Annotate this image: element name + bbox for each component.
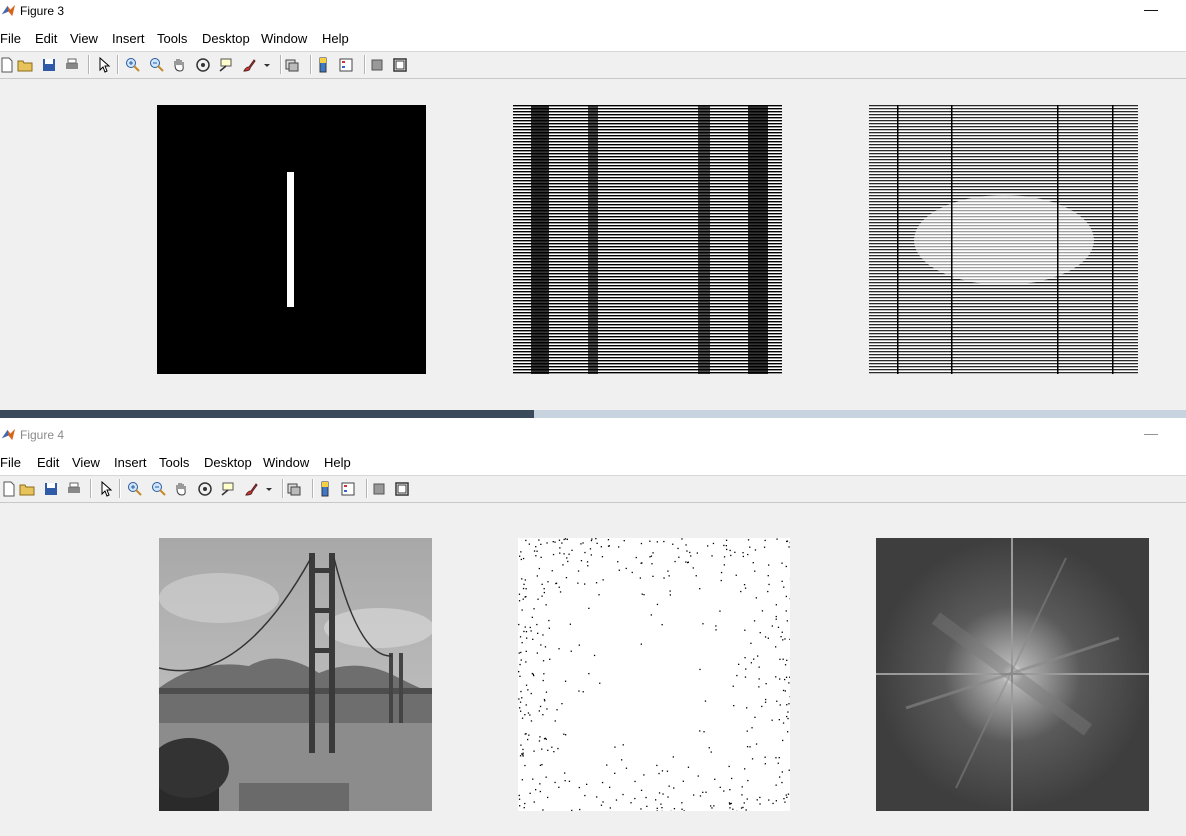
stripes-a — [513, 105, 782, 374]
figure-3-window: Figure 3 — File Edit View Insert Tools D… — [0, 0, 1186, 410]
data-cursor-icon[interactable] — [219, 480, 236, 497]
zoom-out-icon[interactable] — [148, 56, 165, 73]
link-plot-icon[interactable] — [283, 56, 300, 73]
save-icon[interactable] — [40, 56, 57, 73]
window-divider — [0, 410, 1186, 424]
horizontal-stripes-image[interactable] — [513, 105, 782, 374]
menu-view[interactable]: View — [70, 31, 98, 46]
link-plot-icon[interactable] — [285, 480, 302, 497]
minimize-button[interactable]: — — [1144, 425, 1158, 441]
print-icon[interactable] — [65, 480, 82, 497]
window-title: Figure 3 — [20, 4, 65, 18]
show-plot-tools-icon[interactable] — [391, 56, 408, 73]
toolbar-separator — [90, 479, 92, 498]
menu-window[interactable]: Window — [263, 455, 309, 470]
pan-hand-icon[interactable] — [170, 56, 187, 73]
menu-tools[interactable]: Tools — [159, 455, 189, 470]
title-bar[interactable]: Figure 3 — — [0, 0, 1186, 22]
minimize-button[interactable]: — — [1144, 1, 1158, 17]
legend-icon[interactable] — [339, 480, 356, 497]
sparse-dots-image[interactable] — [518, 538, 790, 811]
menu-insert[interactable]: Insert — [112, 31, 145, 46]
matlab-icon — [1, 4, 16, 17]
menu-file[interactable]: File — [0, 31, 21, 46]
menu-help[interactable]: Help — [322, 31, 349, 46]
figure-toolbar — [0, 476, 1186, 503]
pan-hand-icon[interactable] — [172, 480, 189, 497]
toolbar-separator — [280, 55, 282, 74]
menu-help[interactable]: Help — [324, 455, 351, 470]
zoom-in-icon[interactable] — [124, 56, 141, 73]
new-file-icon[interactable] — [0, 480, 17, 497]
new-file-icon[interactable] — [0, 56, 15, 73]
menu-edit[interactable]: Edit — [35, 31, 57, 46]
open-folder-icon[interactable] — [16, 56, 33, 73]
toolbar-separator — [282, 479, 284, 498]
white-bar — [287, 172, 294, 307]
golden-gate-bridge-image[interactable] — [159, 538, 432, 811]
stripes-b — [869, 105, 1138, 374]
spectrum-layer — [876, 538, 1149, 811]
dots-layer — [518, 538, 790, 811]
colorbar-icon[interactable] — [314, 56, 331, 73]
zoom-out-icon[interactable] — [150, 480, 167, 497]
colorbar-icon[interactable] — [316, 480, 333, 497]
gray-stripes-image[interactable] — [869, 105, 1138, 374]
save-icon[interactable] — [42, 480, 59, 497]
brush-icon[interactable] — [240, 56, 257, 73]
figure-toolbar — [0, 52, 1186, 79]
toolbar-separator — [117, 55, 119, 74]
hide-plot-tools-icon[interactable] — [368, 56, 385, 73]
toolbar-separator — [364, 55, 366, 74]
open-folder-icon[interactable] — [18, 480, 35, 497]
menu-file[interactable]: File — [0, 455, 21, 470]
rotate-3d-icon[interactable] — [194, 56, 211, 73]
print-icon[interactable] — [63, 56, 80, 73]
window-title: Figure 4 — [20, 428, 65, 442]
data-cursor-icon[interactable] — [217, 56, 234, 73]
menu-window[interactable]: Window — [261, 31, 307, 46]
menu-insert[interactable]: Insert — [114, 455, 147, 470]
pointer-icon[interactable] — [97, 480, 114, 497]
legend-icon[interactable] — [337, 56, 354, 73]
toolbar-separator — [366, 479, 368, 498]
taskbar-progress — [0, 410, 534, 418]
menu-bar: File Edit View Insert Tools Desktop Wind… — [0, 22, 1186, 52]
matlab-icon — [1, 428, 16, 441]
fourier-spectrum-image[interactable] — [876, 538, 1149, 811]
taskbar-progress-track — [533, 410, 1186, 418]
menu-view[interactable]: View — [72, 455, 100, 470]
zoom-in-icon[interactable] — [126, 480, 143, 497]
dropdown-arrow-icon[interactable] — [260, 480, 277, 497]
menu-desktop[interactable]: Desktop — [202, 31, 250, 46]
bridge-scene — [159, 538, 432, 811]
menu-tools[interactable]: Tools — [157, 31, 187, 46]
hide-plot-tools-icon[interactable] — [370, 480, 387, 497]
toolbar-separator — [310, 55, 312, 74]
toolbar-separator — [312, 479, 314, 498]
pointer-icon[interactable] — [95, 56, 112, 73]
figure-4-window: Figure 4 — File Edit View Insert Tools D… — [0, 424, 1186, 836]
rotate-3d-icon[interactable] — [196, 480, 213, 497]
title-bar[interactable]: Figure 4 — — [0, 424, 1186, 446]
toolbar-separator — [119, 479, 121, 498]
line-bar-image[interactable] — [157, 105, 426, 374]
menu-bar: File Edit View Insert Tools Desktop Wind… — [0, 446, 1186, 476]
toolbar-separator — [88, 55, 90, 74]
show-plot-tools-icon[interactable] — [393, 480, 410, 497]
dropdown-arrow-icon[interactable] — [258, 56, 275, 73]
menu-edit[interactable]: Edit — [37, 455, 59, 470]
brush-icon[interactable] — [242, 480, 259, 497]
menu-desktop[interactable]: Desktop — [204, 455, 252, 470]
